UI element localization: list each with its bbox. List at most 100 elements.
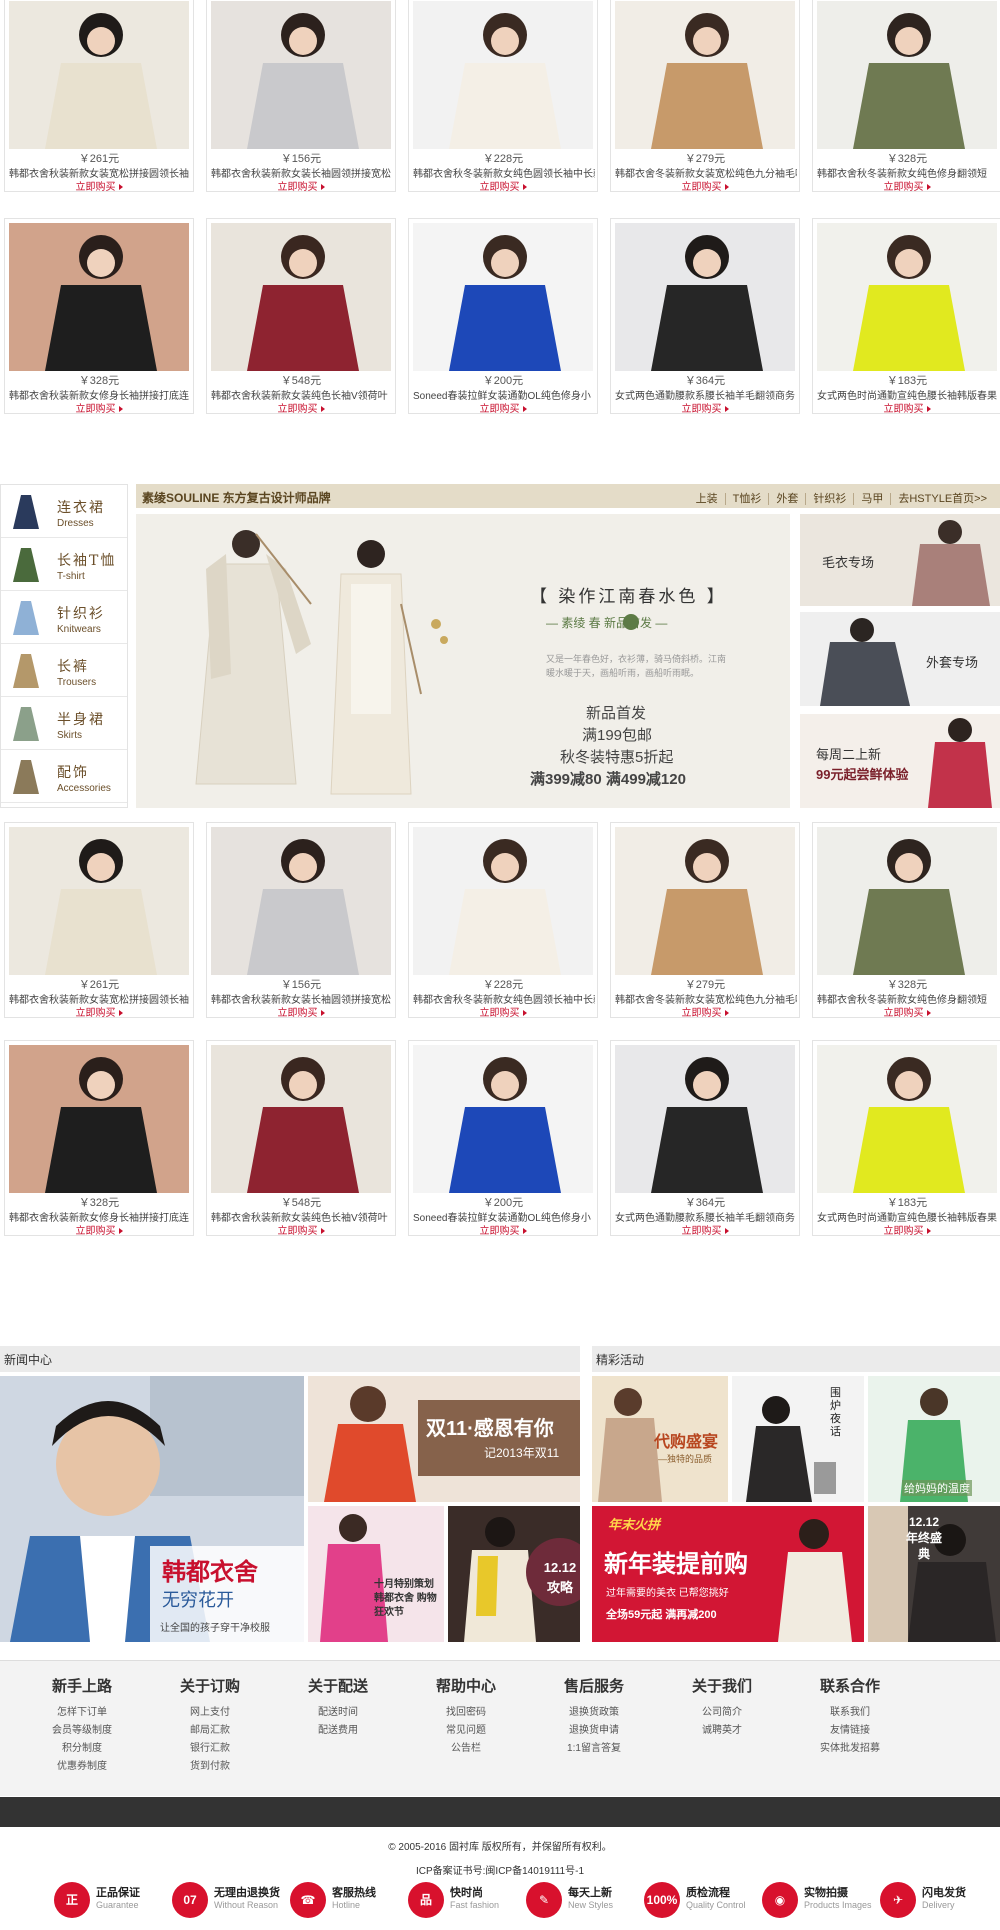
- product-card[interactable]: ￥279元 韩都衣舍冬装新款女装宽松纯色九分袖毛呢 立即购买: [610, 0, 800, 193]
- news-double11-tile[interactable]: 双11·感恩有你 记2013年双11: [308, 1376, 580, 1502]
- product-image[interactable]: [413, 827, 593, 975]
- product-card[interactable]: ￥200元 Soneed春装拉鲜女装通勤OL纯色修身小 立即购买: [408, 1040, 598, 1237]
- footer-link[interactable]: 优惠券制度: [18, 1758, 146, 1776]
- buy-now-link[interactable]: 立即购买: [207, 178, 395, 193]
- footer-link[interactable]: 配送费用: [274, 1722, 402, 1740]
- product-image[interactable]: [413, 1045, 593, 1193]
- buy-now-link[interactable]: 立即购买: [813, 178, 1000, 193]
- event-fireside-tile[interactable]: 围炉夜话: [732, 1376, 864, 1502]
- event-1212-tile[interactable]: 12.12 年终盛典: [868, 1506, 1000, 1642]
- category-t-shirt[interactable]: 长袖T恤 T-shirt: [1, 538, 127, 591]
- product-image[interactable]: [9, 1045, 189, 1193]
- product-image[interactable]: [211, 827, 391, 975]
- footer-link[interactable]: 公司简介: [658, 1704, 786, 1722]
- event-mother-tile[interactable]: 给妈妈的温度: [868, 1376, 1000, 1502]
- brand-link[interactable]: 马甲: [853, 493, 891, 505]
- product-card[interactable]: ￥228元 韩都衣舍秋冬装新款女纯色圆领长袖中长款 立即购买: [408, 0, 598, 193]
- product-image[interactable]: [9, 827, 189, 975]
- product-card[interactable]: ￥261元 韩都衣舍秋装新款女装宽松拼接圆领长袖 立即购买: [4, 822, 194, 1019]
- footer-link[interactable]: 网上支付: [146, 1704, 274, 1722]
- buy-now-link[interactable]: 立即购买: [813, 1004, 1000, 1019]
- buy-now-link[interactable]: 立即购买: [611, 1222, 799, 1237]
- product-image[interactable]: [615, 223, 795, 371]
- product-card[interactable]: ￥200元 Soneed春装拉鲜女装通勤OL纯色修身小 立即购买: [408, 218, 598, 415]
- event-newyear-tile[interactable]: 年末火拼 新年装提前购 过年需要的美衣 已帮您挑好 全场59元起 满再减200: [592, 1506, 864, 1642]
- buy-now-link[interactable]: 立即购买: [5, 1004, 193, 1019]
- buy-now-link[interactable]: 立即购买: [207, 1004, 395, 1019]
- product-card[interactable]: ￥328元 韩都衣舍秋装新款女修身长袖拼接打底连 立即购买: [4, 218, 194, 415]
- buy-now-link[interactable]: 立即购买: [5, 400, 193, 415]
- product-card[interactable]: ￥328元 韩都衣舍秋冬装新款女纯色修身翻领短 立即购买: [812, 0, 1000, 193]
- product-card[interactable]: ￥328元 韩都衣舍秋装新款女修身长袖拼接打底连 立即购买: [4, 1040, 194, 1237]
- footer-link[interactable]: 退换货政策: [530, 1704, 658, 1722]
- product-card[interactable]: ￥548元 韩都衣舍秋装新款女装纯色长袖V领荷叶 立即购买: [206, 218, 396, 415]
- buy-now-link[interactable]: 立即购买: [5, 178, 193, 193]
- category-knitwears[interactable]: 针织衫 Knitwears: [1, 591, 127, 644]
- product-card[interactable]: ￥328元 韩都衣舍秋冬装新款女纯色修身翻领短 立即购买: [812, 822, 1000, 1019]
- news-festival-tile[interactable]: 十月特别策划 韩都衣舍 购物狂欢节: [308, 1506, 444, 1642]
- brand-link[interactable]: 针织衫: [805, 493, 854, 505]
- side-tile-new-weekly[interactable]: 每周二上新 99元起尝鲜体验: [800, 714, 1000, 808]
- product-image[interactable]: [211, 1045, 391, 1193]
- product-image[interactable]: [9, 223, 189, 371]
- buy-now-link[interactable]: 立即购买: [611, 1004, 799, 1019]
- footer-link[interactable]: 诚聘英才: [658, 1722, 786, 1740]
- brand-link[interactable]: T恤衫: [724, 493, 769, 505]
- news-1212-tile[interactable]: 12.12 攻略: [448, 1506, 580, 1642]
- product-image[interactable]: [615, 1, 795, 149]
- buy-now-link[interactable]: 立即购买: [409, 1222, 597, 1237]
- buy-now-link[interactable]: 立即购买: [409, 178, 597, 193]
- side-tile-coat[interactable]: 外套专场: [800, 612, 1000, 706]
- product-image[interactable]: [211, 1, 391, 149]
- footer-link[interactable]: 配送时间: [274, 1704, 402, 1722]
- product-card[interactable]: ￥156元 韩都衣舍秋装新款女装长袖圆领拼接宽松 立即购买: [206, 822, 396, 1019]
- product-card[interactable]: ￥364元 女式两色通勤腰款系腰长袖羊毛翻领商务 立即购买: [610, 218, 800, 415]
- footer-link[interactable]: 邮局汇款: [146, 1722, 274, 1740]
- buy-now-link[interactable]: 立即购买: [813, 400, 1000, 415]
- footer-link[interactable]: 怎样下订单: [18, 1704, 146, 1722]
- brand-banner[interactable]: 【 染作江南春水色 】 — 素绫 春 新品首发 — 又是一年春色好，衣衫薄，骑马…: [136, 514, 790, 808]
- footer-link[interactable]: 1:1留言答复: [530, 1740, 658, 1758]
- footer-link[interactable]: 公告栏: [402, 1740, 530, 1758]
- brand-link[interactable]: 外套: [768, 493, 806, 505]
- event-daigou-tile[interactable]: 代购盛宴 —独特的品质: [592, 1376, 728, 1502]
- product-card[interactable]: ￥156元 韩都衣舍秋装新款女装长袖圆领拼接宽松 立即购买: [206, 0, 396, 193]
- category-skirts[interactable]: 半身裙 Skirts: [1, 697, 127, 750]
- product-image[interactable]: [615, 1045, 795, 1193]
- category-dresses[interactable]: 连衣裙 Dresses: [1, 485, 127, 538]
- product-image[interactable]: [817, 223, 997, 371]
- product-image[interactable]: [817, 1, 997, 149]
- footer-link[interactable]: 退换货申请: [530, 1722, 658, 1740]
- product-card[interactable]: ￥261元 韩都衣舍秋装新款女装宽松拼接圆领长袖 立即购买: [4, 0, 194, 193]
- buy-now-link[interactable]: 立即购买: [611, 178, 799, 193]
- category-trousers[interactable]: 长裤 Trousers: [1, 644, 127, 697]
- footer-link[interactable]: 实体批发招募: [786, 1740, 914, 1758]
- product-image[interactable]: [413, 223, 593, 371]
- footer-link[interactable]: 联系我们: [786, 1704, 914, 1722]
- buy-now-link[interactable]: 立即购买: [409, 400, 597, 415]
- product-image[interactable]: [817, 1045, 997, 1193]
- buy-now-link[interactable]: 立即购买: [5, 1222, 193, 1237]
- buy-now-link[interactable]: 立即购买: [207, 400, 395, 415]
- product-card[interactable]: ￥183元 女式两色时尚通勤宣纯色腰长袖韩版春果 立即购买: [812, 218, 1000, 415]
- news-big-tile[interactable]: 韩都衣舍 无穷花开 让全国的孩子穿干净校服: [0, 1376, 304, 1642]
- product-card[interactable]: ￥183元 女式两色时尚通勤宣纯色腰长袖韩版春果 立即购买: [812, 1040, 1000, 1237]
- side-tile-sweater[interactable]: 毛衣专场: [800, 514, 1000, 606]
- buy-now-link[interactable]: 立即购买: [409, 1004, 597, 1019]
- product-image[interactable]: [9, 1, 189, 149]
- product-card[interactable]: ￥279元 韩都衣舍冬装新款女装宽松纯色九分袖毛呢 立即购买: [610, 822, 800, 1019]
- buy-now-link[interactable]: 立即购买: [611, 400, 799, 415]
- footer-link[interactable]: 友情链接: [786, 1722, 914, 1740]
- footer-link[interactable]: 积分制度: [18, 1740, 146, 1758]
- product-image[interactable]: [817, 827, 997, 975]
- product-image[interactable]: [413, 1, 593, 149]
- category-accessories[interactable]: 配饰 Accessories: [1, 750, 127, 803]
- footer-link[interactable]: 货到付款: [146, 1758, 274, 1776]
- product-card[interactable]: ￥548元 韩都衣舍秋装新款女装纯色长袖V领荷叶 立即购买: [206, 1040, 396, 1237]
- footer-link[interactable]: 找回密码: [402, 1704, 530, 1722]
- footer-link[interactable]: 银行汇款: [146, 1740, 274, 1758]
- product-image[interactable]: [211, 223, 391, 371]
- buy-now-link[interactable]: 立即购买: [207, 1222, 395, 1237]
- footer-link[interactable]: 会员等级制度: [18, 1722, 146, 1740]
- brand-link[interactable]: 去HSTYLE首页>>: [890, 493, 994, 505]
